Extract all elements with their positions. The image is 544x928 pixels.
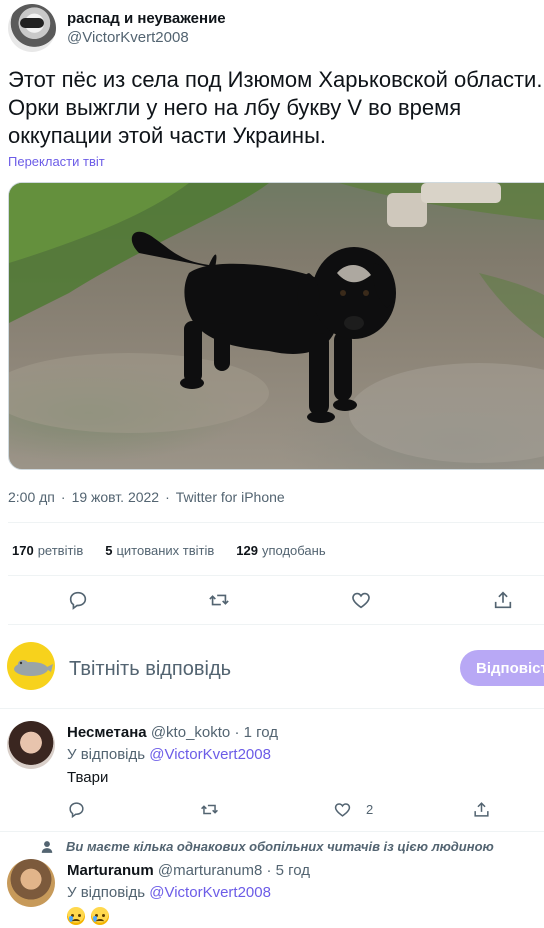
- divider: [8, 624, 544, 625]
- dog-photo: [9, 183, 544, 463]
- tweet-source[interactable]: Twitter for iPhone: [176, 489, 285, 505]
- reply-action-bar: 2: [0, 798, 544, 820]
- author-display-name[interactable]: распад и неуважение: [67, 9, 226, 28]
- heart-icon: [334, 802, 351, 817]
- quotes-stat[interactable]: 5 цитованих твітів: [105, 543, 214, 558]
- divider: [8, 575, 544, 576]
- divider: [0, 708, 544, 709]
- reply-text: Твари: [67, 769, 109, 786]
- retweet-icon[interactable]: [204, 585, 234, 615]
- retweets-stat[interactable]: 170 ретвітів: [12, 543, 83, 558]
- divider: [8, 522, 544, 523]
- share-icon[interactable]: [472, 798, 491, 820]
- reply-author-name[interactable]: Несметана: [67, 724, 147, 741]
- reply-author-handle[interactable]: @kto_kokto: [151, 724, 230, 741]
- reply-time[interactable]: 5 год: [276, 862, 310, 879]
- like-count: 2: [366, 801, 374, 817]
- tweet-meta: 2:00 дп · 19 жовт. 2022 · Twitter for iP…: [8, 489, 285, 505]
- crying-face-icon: [91, 907, 110, 926]
- reply-header: Marturanum @marturanum8 · 5 год: [67, 862, 311, 879]
- meta-separator: ·: [165, 489, 170, 505]
- tweet-text: Этот пёс из села под Изюмом Харьковской …: [8, 67, 543, 148]
- reply-header: Несметана @kto_kokto · 1 год: [67, 724, 279, 741]
- tweet-date[interactable]: 19 жовт. 2022: [72, 489, 160, 505]
- heart-icon[interactable]: [346, 585, 376, 615]
- tweet-photo[interactable]: [8, 182, 544, 470]
- tweet-stats: 170 ретвітів 5 цитованих твітів 129 уподоба…: [12, 543, 326, 558]
- likes-stat[interactable]: 129 уподобань: [236, 543, 325, 558]
- reply-avatar[interactable]: [7, 859, 55, 907]
- retweet-icon[interactable]: [199, 798, 220, 820]
- reply-emoji-text: [67, 907, 111, 926]
- reply-time[interactable]: 1 год: [244, 724, 278, 741]
- reply-button[interactable]: Відповісти: [460, 650, 544, 686]
- reply-author-handle[interactable]: @marturanum8: [158, 862, 262, 879]
- reply-icon[interactable]: [63, 585, 93, 615]
- mention-link[interactable]: @VictorKvert2008: [149, 884, 271, 901]
- author-handle[interactable]: @VictorKvert2008: [67, 28, 226, 48]
- tweet-author[interactable]: распад и неуважение @VictorKvert2008: [8, 4, 226, 52]
- crying-face-icon: [67, 907, 85, 926]
- social-context: Ви маєте кілька однакових обопільних чит…: [40, 839, 494, 854]
- reply-author-name[interactable]: Marturanum: [67, 862, 154, 879]
- author-avatar[interactable]: [8, 4, 56, 52]
- tweet-time[interactable]: 2:00 дп: [8, 489, 55, 505]
- tweet-page: распад и неуважение @VictorKvert2008 Это…: [0, 0, 544, 928]
- divider: [0, 831, 544, 832]
- reply-composer-input[interactable]: Твітніть відповідь: [69, 658, 231, 681]
- composer-avatar[interactable]: [7, 642, 55, 690]
- replying-to: У відповідь @VictorKvert2008: [67, 884, 271, 901]
- reply-icon[interactable]: [67, 798, 86, 820]
- person-icon: [41, 840, 53, 853]
- like-button[interactable]: 2: [333, 798, 373, 820]
- translate-tweet-link[interactable]: Перекласти твіт: [8, 154, 105, 169]
- share-icon[interactable]: [488, 585, 518, 615]
- replying-to: У відповідь @VictorKvert2008: [67, 746, 271, 763]
- reply-avatar[interactable]: [7, 721, 55, 769]
- tweet-action-bar: [0, 585, 544, 615]
- meta-separator: ·: [60, 489, 66, 505]
- mention-link[interactable]: @VictorKvert2008: [149, 746, 271, 763]
